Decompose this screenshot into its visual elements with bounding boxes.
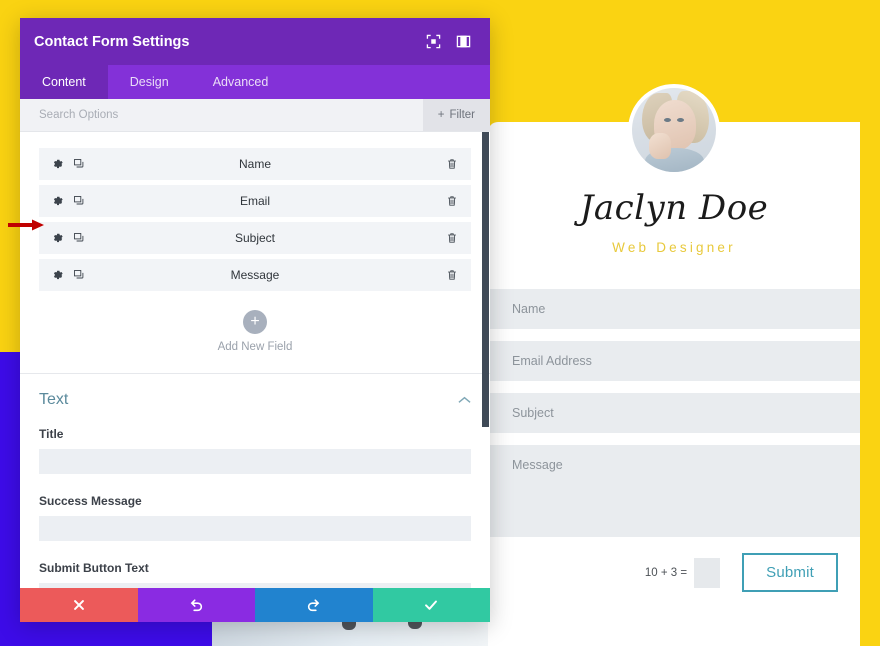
table-row[interactable]: Subject (39, 222, 471, 254)
preview-contact-form: Name Email Address Subject Message 10 + … (488, 289, 860, 592)
add-new-field-label: Add New Field (217, 341, 293, 353)
form-fields-list: Name Email Subject Message + Add New Fie… (20, 132, 490, 373)
gear-icon[interactable] (52, 158, 64, 170)
modal-title: Contact Form Settings (34, 33, 190, 50)
captcha-label: 10 + 3 = (644, 566, 688, 579)
text-section-header[interactable]: Text (39, 391, 471, 409)
preview-form-footer: 10 + 3 = Submit (488, 553, 860, 592)
preview-field-name[interactable]: Name (488, 289, 860, 329)
search-input[interactable]: Search Options (20, 99, 423, 131)
modal-action-bar (20, 588, 490, 622)
option-label: Submit Button Text (39, 561, 149, 575)
fullscreen-icon[interactable] (420, 29, 446, 55)
close-icon (73, 600, 84, 610)
field-label: Message (230, 268, 280, 282)
option-title: Title (39, 427, 471, 474)
trash-icon[interactable] (446, 232, 471, 244)
modal-body: Name Email Subject Message + Add New Fie… (20, 132, 490, 588)
modal-header: Contact Form Settings (20, 18, 490, 65)
plus-icon[interactable]: + (243, 310, 267, 334)
table-row[interactable]: Name (39, 148, 471, 180)
add-new-field-button[interactable]: + Add New Field (39, 296, 471, 373)
field-label: Subject (234, 231, 276, 245)
row-icon-group (39, 232, 85, 244)
redo-button[interactable] (255, 588, 373, 622)
trash-icon[interactable] (446, 269, 471, 281)
undo-icon (190, 598, 202, 611)
preview-field-subject[interactable]: Subject (488, 393, 860, 433)
avatar (628, 84, 720, 176)
duplicate-icon[interactable] (73, 158, 85, 170)
checkmark-icon (425, 600, 438, 610)
undo-button[interactable] (137, 588, 255, 622)
tab-content[interactable]: Content (20, 65, 108, 99)
section-title: Text (39, 391, 69, 408)
preview-person-name: Jaclyn Doe (579, 188, 769, 228)
gear-icon[interactable] (52, 195, 64, 207)
modal-tab-bar: Content Design Advanced (20, 65, 490, 99)
search-bar: Search Options + Filter (20, 99, 490, 132)
preview-person-role: Web Designer (612, 240, 736, 255)
chevron-up-icon[interactable] (458, 391, 471, 409)
trash-icon[interactable] (446, 195, 471, 207)
duplicate-icon[interactable] (73, 195, 85, 207)
preview-field-email[interactable]: Email Address (488, 341, 860, 381)
cancel-button[interactable] (20, 588, 138, 622)
redo-icon (308, 598, 320, 611)
live-preview-card: Jaclyn Doe Web Designer Name Email Addre… (488, 84, 860, 646)
trash-icon[interactable] (446, 158, 471, 170)
tab-advanced[interactable]: Advanced (191, 65, 291, 99)
gear-icon[interactable] (52, 269, 64, 281)
filter-button-label: Filter (449, 109, 475, 121)
scrollbar-thumb[interactable] (482, 132, 489, 427)
scrollbar[interactable] (481, 132, 490, 588)
gear-icon[interactable] (52, 232, 64, 244)
row-icon-group (39, 269, 85, 281)
text-settings-section: Text Title Success Message Submit Button… (20, 374, 490, 588)
option-submit-button-text: Submit Button Text (39, 561, 471, 588)
table-row[interactable]: Message (39, 259, 471, 291)
preview-field-message[interactable]: Message (488, 445, 860, 537)
option-label: Title (39, 427, 64, 441)
captcha-input[interactable] (694, 557, 721, 588)
table-row[interactable]: Email (39, 185, 471, 217)
submit-button-text-input[interactable] (39, 583, 471, 588)
contact-form-settings-modal: Contact Form Settings Content Design Adv… (20, 18, 490, 622)
save-button[interactable] (372, 588, 490, 622)
duplicate-icon[interactable] (73, 269, 85, 281)
field-label: Name (238, 157, 271, 171)
field-label: Email (239, 194, 270, 208)
modal-scroll-area: Name Email Subject Message + Add New Fie… (20, 132, 490, 588)
tab-design[interactable]: Design (108, 65, 191, 99)
plus-icon: + (437, 109, 445, 121)
success-message-input[interactable] (39, 516, 471, 541)
avatar-hand (648, 133, 671, 159)
row-icon-group (39, 195, 85, 207)
layout-toggle-icon[interactable] (450, 29, 476, 55)
filter-button[interactable]: + Filter (422, 99, 490, 131)
title-input[interactable] (39, 449, 471, 474)
option-success-message: Success Message (39, 494, 471, 541)
submit-button[interactable]: Submit (742, 553, 838, 592)
option-label: Success Message (39, 494, 142, 508)
row-icon-group (39, 158, 85, 170)
duplicate-icon[interactable] (73, 232, 85, 244)
